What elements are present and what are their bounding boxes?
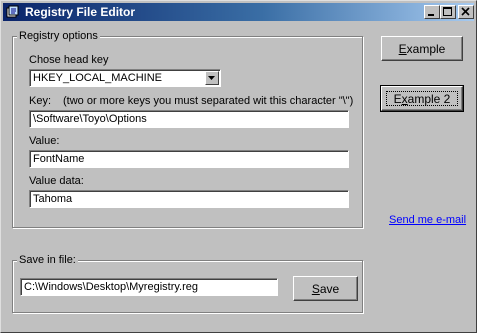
- minimize-button[interactable]: [424, 5, 440, 19]
- value-input-value: FontName: [33, 153, 85, 165]
- save-button-label: Save: [311, 281, 340, 296]
- value-data-input-value: Tahoma: [33, 193, 73, 205]
- save-group-legend: Save in file:: [17, 254, 78, 267]
- maximize-button[interactable]: [440, 5, 456, 19]
- maximize-icon: [443, 7, 452, 16]
- value-label: Value:: [29, 135, 60, 147]
- save-button[interactable]: Save: [293, 276, 358, 301]
- value-data-input[interactable]: Tahoma: [29, 190, 349, 208]
- head-key-value: HKEY_LOCAL_MACHINE: [33, 72, 162, 84]
- send-email-link[interactable]: Send me e-mail: [389, 214, 466, 227]
- key-input[interactable]: \Software\Toyo\Options: [29, 110, 349, 128]
- head-key-combo[interactable]: HKEY_LOCAL_MACHINE: [29, 69, 221, 87]
- title-bar[interactable]: Registry File Editor: [3, 3, 474, 21]
- save-path-value: C:\Windows\Desktop\Myregistry.reg: [24, 281, 199, 293]
- close-icon: [461, 7, 470, 16]
- key-label: Key:: [29, 95, 52, 107]
- dropdown-button[interactable]: [205, 71, 219, 85]
- head-key-label: Chose head key: [29, 54, 109, 66]
- save-path-input[interactable]: C:\Windows\Desktop\Myregistry.reg: [20, 278, 278, 296]
- close-button[interactable]: [458, 5, 474, 19]
- value-data-label: Value data:: [29, 175, 84, 187]
- app-icon: [6, 5, 19, 18]
- window-title: Registry File Editor: [25, 5, 136, 19]
- chevron-down-icon: [208, 76, 215, 80]
- registry-editor-window: Registry File Editor Registry options Ch…: [0, 0, 477, 333]
- example-button-label: Example: [398, 41, 446, 56]
- key-hint: (two or more keys you must separated wit…: [63, 95, 354, 107]
- minimize-icon: [428, 14, 434, 16]
- example-2-button[interactable]: Example 2: [380, 85, 464, 112]
- value-input[interactable]: FontName: [29, 150, 349, 168]
- registry-options-legend: Registry options: [17, 30, 100, 43]
- example-button[interactable]: Example: [381, 36, 463, 61]
- example-2-button-label: Example 2: [393, 91, 451, 106]
- key-input-value: \Software\Toyo\Options: [33, 113, 147, 125]
